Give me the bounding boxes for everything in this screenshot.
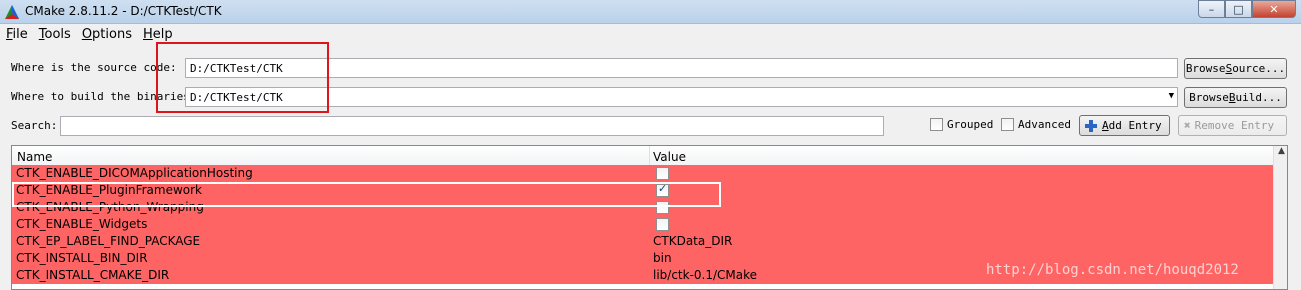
row-value[interactable]: bin [653,251,672,265]
window-title: CMake 2.8.11.2 - D:/CTKTest/CTK [25,4,222,18]
remove-x-icon: ✖ [1184,119,1191,132]
scroll-up-arrow-icon[interactable]: ▲ [1274,146,1287,163]
browse-source-button[interactable]: Browse Source... [1184,58,1287,79]
plus-icon [1085,119,1097,132]
minimize-icon: – [1208,2,1215,16]
table-row[interactable]: CTK_ENABLE_Widgets [12,216,1273,233]
row-name: CTK_ENABLE_Widgets [16,217,148,231]
row-value-checkbox[interactable] [656,167,669,180]
grouped-checkbox[interactable]: Grouped [930,118,993,131]
source-label: Where is the source code: [11,61,177,74]
menu-file[interactable]: File [0,25,33,45]
maximize-icon: □ [1233,2,1244,16]
highlight-annotation-white [12,182,721,207]
grouped-label: Grouped [947,118,994,131]
cmake-logo-icon [5,5,19,19]
row-value[interactable]: CTKData_DIR [653,234,732,248]
table-row[interactable]: CTK_ENABLE_DICOMApplicationHosting [12,165,1273,182]
window-controls: – □ ✕ [1198,0,1296,19]
minimize-button[interactable]: – [1198,0,1225,18]
source-path-input[interactable]: D:/CTKTest/CTK [185,58,1178,78]
maximize-button[interactable]: □ [1225,0,1252,18]
watermark-text: http://blog.csdn.net/houqd2012 [986,262,1239,278]
search-label: Search: [11,119,58,132]
title-bar: CMake 2.8.11.2 - D:/CTKTest/CTK – □ ✕ [0,0,1301,24]
menu-tools[interactable]: Tools [33,25,76,45]
close-button[interactable]: ✕ [1252,0,1296,18]
close-icon: ✕ [1269,2,1279,16]
column-header-name[interactable]: Name [17,150,52,164]
advanced-checkbox-box[interactable] [1001,118,1014,131]
grouped-checkbox-box[interactable] [930,118,943,131]
row-name: CTK_EP_LABEL_FIND_PACKAGE [16,234,201,248]
column-header-value[interactable]: Value [653,150,686,164]
table-row[interactable]: CTK_EP_LABEL_FIND_PACKAGE CTKData_DIR [12,233,1273,250]
row-name: CTK_INSTALL_BIN_DIR [16,251,148,265]
row-value[interactable]: lib/ctk-0.1/CMake [653,268,757,282]
advanced-label: Advanced [1018,118,1071,131]
search-input[interactable] [60,116,884,136]
highlight-annotation-red [156,42,329,113]
vertical-scrollbar[interactable]: ▲ [1273,146,1287,289]
row-value-checkbox[interactable] [656,218,669,231]
add-entry-button[interactable]: Add Entry [1079,115,1170,136]
build-path-combobox[interactable]: D:/CTKTest/CTK ▼ [185,87,1178,107]
advanced-checkbox[interactable]: Advanced [1001,118,1071,131]
remove-entry-button[interactable]: ✖ Remove Entry [1178,115,1287,136]
dropdown-arrow-icon[interactable]: ▼ [1169,91,1174,101]
row-name: CTK_INSTALL_CMAKE_DIR [16,268,170,282]
browse-build-button[interactable]: Browse Build... [1184,87,1287,108]
row-name: CTK_ENABLE_DICOMApplicationHosting [16,166,253,180]
menu-options[interactable]: Options [76,25,137,45]
